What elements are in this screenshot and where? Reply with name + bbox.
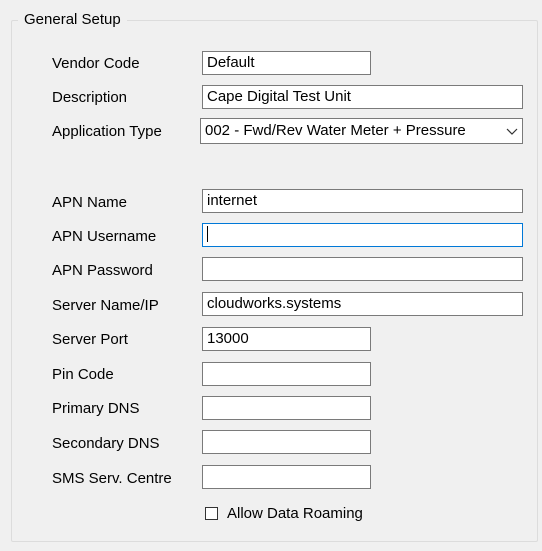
chevron-down-icon[interactable] xyxy=(502,119,522,143)
apn-username-label: APN Username xyxy=(52,228,157,245)
group-title: General Setup xyxy=(18,10,127,30)
allow-data-roaming-checkbox[interactable] xyxy=(205,507,218,520)
primary-dns-field[interactable] xyxy=(202,396,371,420)
server-port-label: Server Port xyxy=(52,331,128,348)
apn-username-field[interactable] xyxy=(202,223,523,247)
server-port-field[interactable]: 13000 xyxy=(202,327,371,351)
text-caret xyxy=(207,226,208,243)
secondary-dns-label: Secondary DNS xyxy=(52,435,160,452)
secondary-dns-field[interactable] xyxy=(202,430,371,454)
pin-code-label: Pin Code xyxy=(52,366,114,383)
apn-name-label: APN Name xyxy=(52,194,128,211)
allow-data-roaming-label[interactable]: Allow Data Roaming xyxy=(227,504,363,524)
description-field[interactable]: Cape Digital Test Unit xyxy=(202,85,523,109)
vendor-code-field[interactable]: Default xyxy=(202,51,371,75)
application-type-label: Application Type xyxy=(52,123,162,140)
server-name-label: Server Name/IP xyxy=(52,297,159,314)
application-type-select[interactable]: 002 - Fwd/Rev Water Meter + Pressure xyxy=(200,118,523,144)
description-label: Description xyxy=(52,89,128,106)
primary-dns-label: Primary DNS xyxy=(52,400,140,417)
pin-code-field[interactable] xyxy=(202,362,371,386)
apn-name-field[interactable]: internet xyxy=(202,189,523,213)
vendor-code-label: Vendor Code xyxy=(52,55,140,72)
apn-password-field[interactable] xyxy=(202,257,523,281)
server-name-field[interactable]: cloudworks.systems xyxy=(202,292,523,316)
sms-centre-label: SMS Serv. Centre xyxy=(52,470,172,487)
apn-password-label: APN Password xyxy=(52,262,153,279)
application-type-value: 002 - Fwd/Rev Water Meter + Pressure xyxy=(205,122,466,139)
sms-centre-field[interactable] xyxy=(202,465,371,489)
